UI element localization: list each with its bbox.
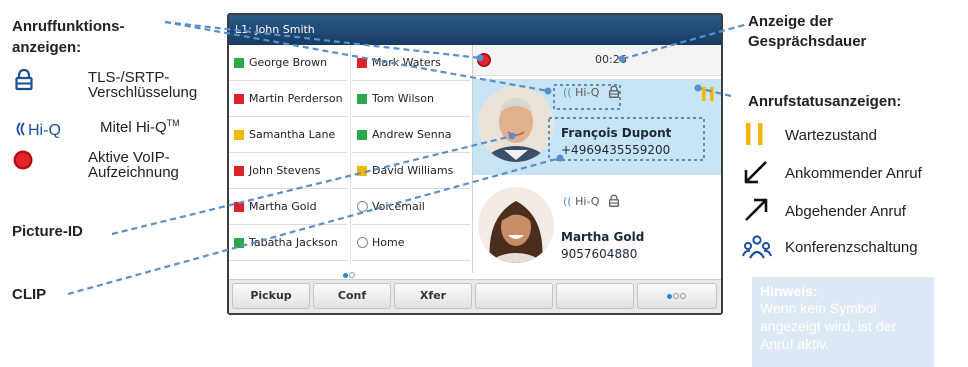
status-available-icon [357, 94, 367, 104]
conf-button[interactable]: Conf [313, 283, 391, 309]
status-ringing-icon [234, 130, 244, 140]
xfer-button[interactable]: Xfer [394, 283, 472, 309]
caller-number: +4969435559200 [561, 143, 671, 157]
column-divider [350, 45, 351, 265]
call-duration-title: Anzeige der Gesprächsdauer [748, 13, 867, 50]
call-duration: 00:26 [595, 53, 627, 66]
contact-home[interactable]: Home [352, 225, 470, 261]
lock-icon [608, 194, 620, 207]
hiq-icon: Hi-Q [12, 117, 82, 141]
caller-name: Martha Gold [561, 230, 645, 244]
hiq-indicator: (( Hi-Q [563, 195, 600, 208]
caller-name: François Dupont [561, 126, 672, 140]
lock-icon [12, 68, 52, 92]
contact-mark-waters[interactable]: Mark Waters [352, 45, 470, 81]
caller-photo [478, 187, 554, 263]
radio-icon [357, 201, 368, 212]
softkey-5[interactable] [556, 283, 634, 309]
contact-tom-wilson[interactable]: Tom Wilson [352, 81, 470, 117]
status-available-icon [234, 238, 244, 248]
conference-icon [742, 235, 772, 259]
hiq-indicator: (( Hi-Q [563, 86, 600, 99]
contact-john-stevens[interactable]: John Stevens [229, 153, 347, 189]
svg-text:Hi-Q: Hi-Q [28, 122, 61, 139]
call-features-title: Anruffunktions- anzeigen: [12, 18, 125, 56]
legend-outgoing: Abgehender Anruf [742, 196, 962, 226]
contact-samantha-lane[interactable]: Samantha Lane [229, 117, 347, 153]
caller-number: 9057604880 [561, 247, 638, 261]
contact-list: George Brown Martin Perderson Samantha L… [229, 45, 471, 278]
softkey-page-button[interactable] [637, 283, 717, 309]
call-status-title: Anrufstatusanzeigen: [748, 93, 902, 110]
hiq-icon: (( [563, 195, 572, 208]
status-busy-icon [357, 58, 367, 68]
call-area: 00:26 (( Hi-Q François Dupont +496943555… [472, 45, 721, 273]
contact-voicemail[interactable]: Voicemail [352, 189, 470, 225]
contact-andrew-senna[interactable]: Andrew Senna [352, 117, 470, 153]
legend-incoming: Ankommender Anruf [742, 158, 962, 188]
status-ringing-icon [357, 166, 367, 176]
call-duration-bar: 00:26 [473, 45, 721, 76]
active-call-card[interactable]: (( Hi-Q François Dupont +4969435559200 [473, 79, 721, 175]
contact-martin-perderson[interactable]: Martin Perderson [229, 81, 347, 117]
caller-photo [478, 86, 554, 162]
contact-david-williams[interactable]: David Williams [352, 153, 470, 189]
hold-icon [702, 87, 714, 101]
contact-george-brown[interactable]: George Brown [229, 45, 347, 81]
status-available-icon [234, 58, 244, 68]
lock-icon [608, 85, 620, 98]
phone-screen: L1: John Smith George Brown Martin Perde… [227, 13, 723, 315]
outgoing-call-icon [745, 198, 768, 221]
hiq-icon: (( [563, 86, 572, 99]
page-indicator [343, 265, 363, 278]
recording-icon [477, 53, 491, 67]
contact-martha-gold[interactable]: Martha Gold [229, 189, 347, 225]
incoming-call-icon [744, 161, 767, 184]
picture-id-label: Picture-ID [12, 223, 83, 240]
second-call-card[interactable]: (( Hi-Q Martha Gold 9057604880 [473, 183, 721, 273]
status-busy-icon [234, 94, 244, 104]
recording-icon [12, 148, 52, 172]
contact-tabatha-jackson[interactable]: Tabatha Jackson [229, 225, 347, 261]
legend-conference: Konferenzschaltung [742, 232, 962, 262]
pickup-button[interactable]: Pickup [232, 283, 310, 309]
legend-tls: TLS-/SRTP- Verschlüsselung [12, 66, 222, 106]
line-header: L1: John Smith [229, 15, 721, 45]
radio-icon [357, 237, 368, 248]
status-busy-icon [234, 202, 244, 212]
clip-label: CLIP [12, 286, 47, 303]
softkey-bar: Pickup Conf Xfer [229, 279, 721, 313]
note-box: Hinweis: Wenn kein Symbol angezeigt wird… [752, 277, 934, 367]
legend-recording: Aktive VoIP- Aufzeichnung [12, 146, 222, 186]
legend-hold: Wartezustand [742, 120, 962, 150]
status-busy-icon [234, 166, 244, 176]
softkey-4[interactable] [475, 283, 553, 309]
hold-icon [746, 123, 763, 145]
status-available-icon [357, 130, 367, 140]
